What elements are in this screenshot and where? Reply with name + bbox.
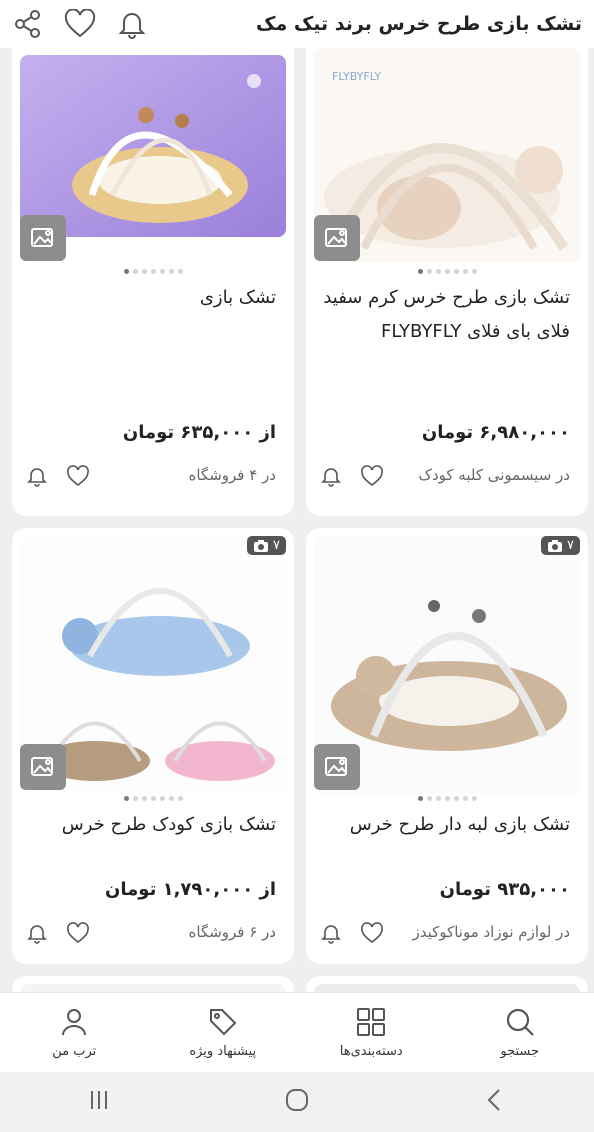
bell-icon[interactable] [26,465,48,491]
nav-my-torob[interactable]: ترب من [0,993,149,1072]
image-count: ۷ [567,538,574,553]
product-name[interactable]: تشک بازی [26,281,276,315]
product-card[interactable]: ۷ تشک بازی لبه دار طرح خرس ۹۳۵,۰۰۰ تومان… [306,528,588,964]
card-actions [26,922,90,948]
product-price: ۹۳۵,۰۰۰ تومان [439,879,570,900]
bottom-navigation: ترب من پیشنهاد ویژه دسته‌بندی‌ها جستجو [0,992,594,1072]
bell-icon[interactable] [116,8,148,40]
product-card[interactable] [12,976,294,992]
heart-icon[interactable] [360,465,384,491]
product-card[interactable]: تشک بازی از ۶۳۵,۰۰۰ تومان در ۴ فروشگاه [12,48,294,516]
similar-images-button[interactable] [314,744,360,790]
nav-special-offers[interactable]: پیشنهاد ویژه [149,993,298,1072]
product-image[interactable] [20,55,286,237]
header-actions [12,8,148,40]
nav-categories[interactable]: دسته‌بندی‌ها [297,993,446,1072]
heart-icon[interactable] [64,8,96,40]
camera-icon [548,539,563,552]
nav-search[interactable]: جستجو [446,993,594,1072]
camera-icon [254,539,269,552]
page-title: تشک بازی طرح خرس برند تیک مک [256,13,582,35]
tag-icon [209,1009,237,1036]
home-icon[interactable] [283,1086,311,1118]
product-name[interactable]: تشک بازی کودک طرح خرس [26,808,276,842]
product-price: از ۶۳۵,۰۰۰ تومان [122,422,276,443]
image-pager [306,796,588,801]
bell-icon[interactable] [320,922,342,948]
back-icon[interactable] [481,1086,509,1118]
product-name[interactable]: تشک بازی لبه دار طرح خرس [320,808,570,842]
image-pager [306,269,588,274]
heart-icon[interactable] [360,922,384,948]
product-card[interactable]: ۷ تشک بازی کودک طرح خرس از ۱,۷۹۰,۰۰۰ توم… [12,528,294,964]
heart-icon[interactable] [66,922,90,948]
product-price: از ۱,۷۹۰,۰۰۰ تومان [105,879,276,900]
nav-label: جستجو [500,1044,540,1059]
similar-images-button[interactable] [20,215,66,261]
product-seller: در سیسمونی کلبه کودک [418,466,570,484]
user-icon [62,1009,87,1036]
image-pager [12,796,294,801]
product-grid: تشک بازی از ۶۳۵,۰۰۰ تومان در ۴ فروشگاه F… [0,48,594,992]
system-navigation-bar [0,1072,594,1132]
product-card[interactable]: FLYBYFLY تشک بازی طرح خرس کرم سفید فلای … [306,48,588,516]
product-card[interactable] [306,976,588,992]
similar-images-button[interactable] [20,744,66,790]
app-header: تشک بازی طرح خرس برند تیک مک [0,0,594,48]
search-icon [506,1008,534,1036]
card-actions [26,465,90,491]
image-count-badge: ۷ [541,536,580,555]
product-seller: در ۶ فروشگاه [188,923,276,941]
product-name[interactable]: تشک بازی طرح خرس کرم سفید فلای بای فلای … [320,281,570,349]
card-actions [320,465,384,491]
bell-icon[interactable] [26,922,48,948]
card-actions [320,922,384,948]
nav-label: دسته‌بندی‌ها [339,1044,403,1059]
grid-icon [357,1008,386,1036]
image-count-badge: ۷ [247,536,286,555]
product-image[interactable] [314,984,580,992]
heart-icon[interactable] [66,465,90,491]
product-image[interactable] [20,984,286,992]
image-pager [12,269,294,274]
similar-images-button[interactable] [314,215,360,261]
bell-icon[interactable] [320,465,342,491]
product-seller: در ۴ فروشگاه [188,466,276,484]
recent-apps-icon[interactable] [85,1086,113,1118]
nav-label: پیشنهاد ویژه [189,1044,257,1059]
product-seller: در لوازم نوزاد موناکوکیدز [412,923,570,941]
svg-text:FLYBYFLY: FLYBYFLY [332,70,381,83]
share-icon[interactable] [12,8,44,40]
nav-label: ترب من [52,1044,97,1059]
product-price: ۶,۹۸۰,۰۰۰ تومان [421,422,570,443]
image-count: ۷ [273,538,280,553]
